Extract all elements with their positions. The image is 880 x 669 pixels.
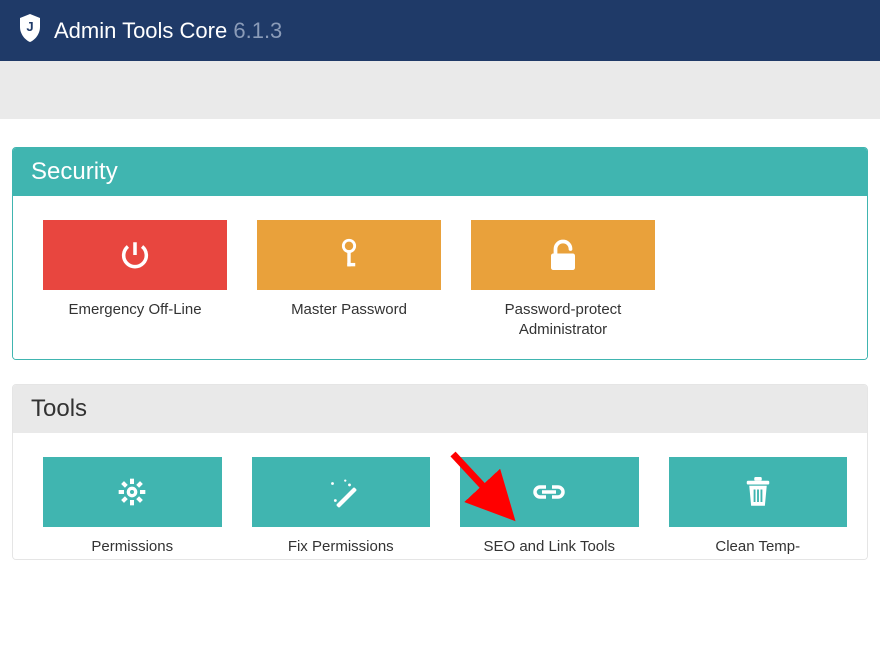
link-icon xyxy=(460,457,639,527)
tile-label: Password-protect Administrator xyxy=(471,300,655,341)
seo-link-tools-tile[interactable]: SEO and Link Tools xyxy=(460,457,639,557)
app-name: Admin Tools Core xyxy=(54,18,227,43)
main-content: Security Emergency Off-Line xyxy=(0,119,880,560)
tile-label: SEO and Link Tools xyxy=(460,537,639,557)
sub-toolbar xyxy=(0,61,880,119)
wand-icon xyxy=(252,457,431,527)
tile-label: Clean Temp- xyxy=(669,537,848,557)
master-password-tile[interactable]: Master Password xyxy=(257,220,441,341)
security-panel-title: Security xyxy=(13,148,867,196)
tile-label: Emergency Off-Line xyxy=(43,300,227,320)
app-version: 6.1.3 xyxy=(233,18,282,43)
tools-panel-title: Tools xyxy=(13,385,867,433)
tile-label: Master Password xyxy=(257,300,441,320)
security-panel-body: Emergency Off-Line Master Password xyxy=(13,196,867,359)
password-protect-admin-tile[interactable]: Password-protect Administrator xyxy=(471,220,655,341)
shield-logo-icon: J xyxy=(18,14,42,47)
key-icon xyxy=(257,220,441,290)
tile-label: Fix Permissions xyxy=(252,537,431,557)
tile-label: Permissions xyxy=(43,537,222,557)
unlock-icon xyxy=(471,220,655,290)
clean-temp-tile[interactable]: Clean Temp- xyxy=(669,457,848,557)
app-header: J Admin Tools Core 6.1.3 xyxy=(0,0,880,61)
app-title: Admin Tools Core 6.1.3 xyxy=(54,18,282,44)
svg-text:J: J xyxy=(26,19,33,34)
gear-icon xyxy=(43,457,222,527)
trash-icon xyxy=(669,457,848,527)
emergency-offline-tile[interactable]: Emergency Off-Line xyxy=(43,220,227,341)
power-icon xyxy=(43,220,227,290)
fix-permissions-tile[interactable]: Fix Permissions xyxy=(252,457,431,557)
tools-panel: Tools xyxy=(12,384,868,560)
tools-panel-body: Permissions Fix Permissions xyxy=(13,433,867,559)
security-panel: Security Emergency Off-Line xyxy=(12,147,868,360)
permissions-tile[interactable]: Permissions xyxy=(43,457,222,557)
